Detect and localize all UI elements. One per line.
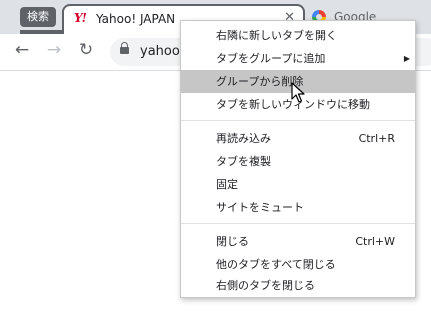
menu-separator: [181, 120, 415, 121]
tab-title: Yahoo! JAPAN: [96, 12, 176, 26]
forward-arrow-icon[interactable]: →: [44, 40, 64, 60]
reload-icon[interactable]: ↻: [76, 40, 96, 60]
menu-item-close-tabs-right[interactable]: 右側のタブを閉じる: [181, 276, 415, 296]
yahoo-favicon-icon: Y!: [74, 11, 87, 25]
menu-item-label: 固定: [216, 178, 238, 191]
back-arrow-icon[interactable]: ←: [12, 40, 32, 60]
menu-item-shortcut: Ctrl+W: [355, 235, 395, 248]
menu-item-label: タブを複製: [216, 155, 271, 168]
menu-item-label: サイトをミュート: [216, 201, 304, 214]
menu-item-label: 右隣に新しいタブを開く: [216, 29, 337, 42]
lock-icon[interactable]: [120, 42, 129, 54]
tab-group-chip[interactable]: 検索: [20, 7, 56, 27]
menu-item-label: タブをグループに追加: [216, 52, 326, 65]
menu-item-add-to-group[interactable]: タブをグループに追加 ▶: [181, 47, 415, 70]
mouse-cursor-icon: [291, 82, 305, 103]
submenu-arrow-icon: ▶: [403, 54, 410, 63]
menu-separator: [181, 223, 415, 224]
menu-item-close-other-tabs[interactable]: 他のタブをすべて閉じる: [181, 253, 415, 276]
menu-item-shortcut: Ctrl+R: [358, 132, 395, 145]
menu-item-label: 閉じる: [216, 235, 249, 248]
menu-item-label: 他のタブをすべて閉じる: [216, 258, 336, 271]
menu-item-pin[interactable]: 固定: [181, 173, 415, 196]
menu-item-label: 再読み込み: [216, 132, 271, 145]
menu-item-close[interactable]: 閉じる Ctrl+W: [181, 230, 415, 253]
browser-window: 検索 Y! Yahoo! JAPAN ✕ Google ← → ↻ yahoo …: [0, 0, 431, 314]
menu-item-mute-site[interactable]: サイトをミュート: [181, 196, 415, 219]
tab-context-menu: 右隣に新しいタブを開く タブをグループに追加 ▶ グループから削除 タブを新しい…: [180, 20, 416, 298]
menu-item-duplicate[interactable]: タブを複製: [181, 150, 415, 173]
url-text[interactable]: yahoo: [140, 44, 180, 59]
menu-item-new-tab-right[interactable]: 右隣に新しいタブを開く: [181, 24, 415, 47]
menu-item-reload[interactable]: 再読み込み Ctrl+R: [181, 127, 415, 150]
menu-item-label: 右側のタブを閉じる: [216, 279, 315, 292]
